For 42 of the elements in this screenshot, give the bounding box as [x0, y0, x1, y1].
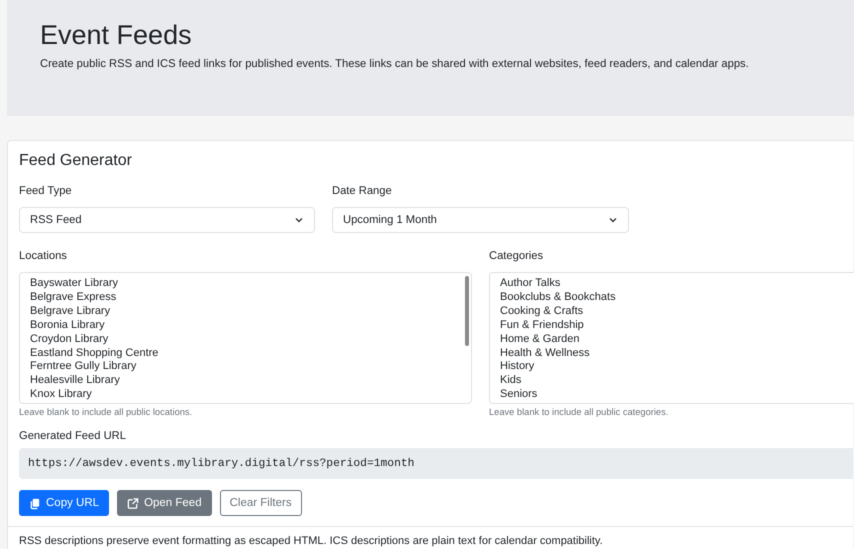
section-title: Feed Generator	[19, 151, 133, 171]
chevron-down-icon	[608, 215, 618, 225]
field-label: Date Range	[332, 185, 392, 199]
action-button[interactable]: Open Feed	[117, 490, 212, 516]
scrollbar-thumb[interactable]	[465, 276, 469, 346]
list-option[interactable]: Kids	[500, 374, 846, 388]
page-title: Event Feeds	[40, 19, 193, 52]
list-option[interactable]: Health & Wellness	[500, 346, 846, 360]
list-option[interactable]: Bayswater Library	[30, 277, 461, 291]
action-button[interactable]: Copy URL	[19, 490, 110, 516]
copy-icon	[29, 496, 41, 510]
help-text: Leave blank to include all public categories.	[489, 407, 668, 417]
list-option[interactable]: Bookclubs & Bookchats	[500, 290, 846, 305]
list-box[interactable]: Bayswater Library Belgrave Express Belgrave Library Boronia Library Croydon Library Eastland Shopping Centre Ferntree Gully Library Healesville Library Knox Library	[19, 272, 472, 404]
list-option[interactable]: Knox Library	[30, 388, 461, 402]
list-option[interactable]: Belgrave Library	[30, 304, 461, 319]
field-label: Generated Feed URL	[19, 430, 126, 442]
field-label: Locations	[19, 250, 67, 264]
dropdown-field[interactable]: RSS Feed	[19, 207, 315, 233]
list-option[interactable]: Seniors	[500, 388, 846, 402]
list-option[interactable]: Ferntree Gully Library	[30, 360, 461, 374]
help-text: Leave blank to include all public locations.	[19, 407, 192, 417]
list-option[interactable]: Home & Garden	[500, 332, 846, 347]
field-label: Feed Type	[19, 185, 72, 199]
footer-note: RSS descriptions preserve event formatting as escaped HTML. ICS descriptions are plain text for calendar compatibility.	[19, 535, 603, 547]
list-box[interactable]: Author Talks Bookclubs & Bookchats Cooking & Crafts Fun & Friendship Home & Garden Health & Wellness History Kids Seniors	[489, 272, 854, 404]
list-option[interactable]: History	[500, 360, 846, 374]
external-link-icon	[127, 496, 140, 510]
page-description: Create public RSS and ICS feed links for published events. These links can be shared with external websites, feed readers, and calendar apps.	[40, 58, 750, 70]
chevron-down-icon	[294, 215, 304, 225]
list-option[interactable]: Croydon Library	[30, 332, 461, 347]
list-option[interactable]: Cooking & Crafts	[500, 304, 846, 319]
list-option[interactable]: Eastland Shopping Centre	[30, 346, 461, 360]
dropdown-field[interactable]: Upcoming 1 Month	[332, 207, 629, 233]
list-option[interactable]: Belgrave Express	[30, 290, 461, 305]
url-field[interactable]: https://awsdev.events.mylibrary.digital/rss?period=1month	[19, 448, 853, 479]
list-option[interactable]: Fun & Friendship	[500, 318, 846, 333]
list-option[interactable]: Author Talks	[500, 277, 846, 291]
field-label: Categories	[489, 250, 544, 264]
list-option[interactable]: Boronia Library	[30, 318, 461, 333]
action-button[interactable]: Clear Filters	[220, 490, 302, 516]
list-option[interactable]: Healesville Library	[30, 374, 461, 388]
